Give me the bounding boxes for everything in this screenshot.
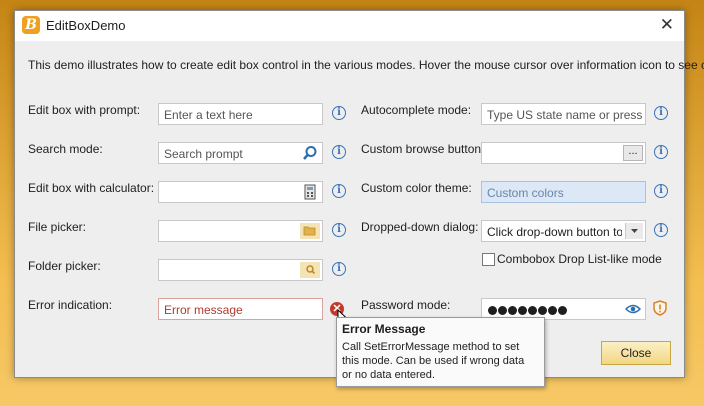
title-bar: B EditBoxDemo ✕ [15,11,684,41]
calculator-input[interactable] [158,181,323,203]
error-input[interactable]: Error message [158,298,323,320]
password-dot [518,306,527,315]
close-button[interactable]: Close [601,341,671,365]
password-label: Password mode: [361,298,451,312]
password-dot [528,306,537,315]
folder-picker-input[interactable] [158,259,323,281]
file-label: File picker: [28,220,87,234]
calculator-info-icon[interactable]: i [332,184,346,198]
password-dot [538,306,547,315]
color-theme-info-icon[interactable]: i [654,184,668,198]
password-dot [488,306,497,315]
error-tooltip: Error Message Call SetErrorMessage metho… [336,317,545,387]
password-dot [548,306,557,315]
dropdown-label: Dropped-down dialog: [361,220,479,234]
password-dots [488,304,568,318]
search-input[interactable]: Search prompt [158,142,323,164]
chevron-down-icon [631,229,638,233]
combobox-checkbox-label: Combobox Drop List-like mode [497,252,662,266]
dropdown-button[interactable] [625,223,643,239]
prompt-placeholder: Enter a text here [164,108,253,122]
browse-label: Custom browse button: [361,142,485,156]
autocomplete-placeholder: Type US state name or press D... [487,108,642,122]
close-window-icon[interactable]: ✕ [660,15,674,35]
window-title: EditBoxDemo [46,18,126,33]
color-theme-value: Custom colors [487,186,564,200]
folder-info-icon[interactable]: i [332,262,346,276]
eye-icon[interactable] [625,303,641,315]
error-label: Error indication: [28,298,113,312]
search-placeholder: Search prompt [164,147,243,161]
error-value: Error message [164,303,243,317]
dropdown-input[interactable]: Click drop-down button to ... [481,220,646,242]
file-info-icon[interactable]: i [332,223,346,237]
calculator-label: Edit box with calculator: [28,181,155,195]
prompt-label: Edit box with prompt: [28,103,141,117]
password-dot [498,306,507,315]
dropdown-info-icon[interactable]: i [654,223,668,237]
file-picker-input[interactable] [158,220,323,242]
tooltip-title: Error Message [342,322,426,336]
combobox-checkbox[interactable] [482,253,495,266]
custom-color-input[interactable]: Custom colors [481,181,646,203]
folder-open-icon[interactable] [300,223,320,239]
folder-label: Folder picker: [28,259,101,273]
shield-warning-icon[interactable] [653,300,667,316]
prompt-info-icon[interactable]: i [332,106,346,120]
folder-search-icon[interactable] [300,262,320,278]
custom-browse-input[interactable]: ... [481,142,646,164]
color-theme-label: Custom color theme: [361,181,472,195]
autocomplete-label: Autocomplete mode: [361,103,472,117]
autocomplete-input[interactable]: Type US state name or press D... [481,103,646,125]
tooltip-line-1: Call SetErrorMessage method to set [342,341,520,353]
app-logo-icon: B [22,16,40,34]
calculator-icon[interactable] [300,184,320,200]
autocomplete-info-icon[interactable]: i [654,106,668,120]
password-dot [508,306,517,315]
browse-button[interactable]: ... [623,145,643,161]
prompt-input[interactable]: Enter a text here [158,103,323,125]
description-text: This demo illustrates how to create edit… [28,58,704,72]
dropdown-value: Click drop-down button to ... [487,225,622,239]
search-label: Search mode: [28,142,103,156]
tooltip-line-2: this mode. Can be used if wrong data [342,355,525,367]
tooltip-line-3: or no data entered. [342,369,435,381]
search-icon[interactable] [300,145,320,161]
password-dot [558,306,567,315]
browse-info-icon[interactable]: i [654,145,668,159]
search-info-icon[interactable]: i [332,145,346,159]
